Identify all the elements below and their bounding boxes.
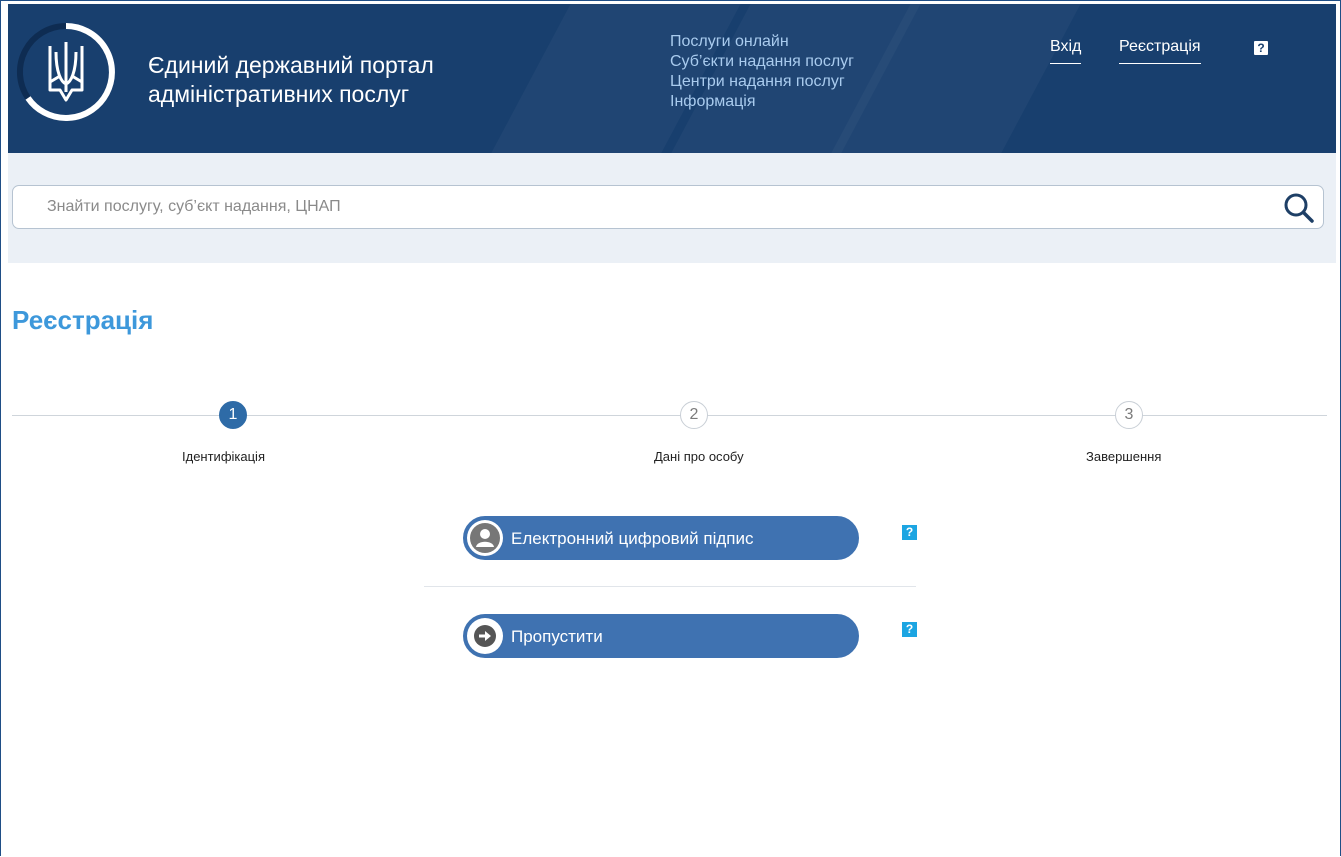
options-divider [424, 586, 916, 587]
step-2-label: Дані про особу [654, 449, 744, 464]
site-title-line2: адміністративних послуг [148, 81, 410, 107]
search-box [12, 185, 1324, 229]
nav-item-information[interactable]: Інформація [670, 92, 854, 112]
site-header: Єдиний державний портал адміністративних… [8, 4, 1336, 153]
site-title[interactable]: Єдиний державний портал адміністративних… [148, 51, 434, 109]
nav-item-services-online[interactable]: Послуги онлайн [670, 32, 854, 52]
skip-help-icon[interactable]: ? [902, 622, 917, 637]
step-1-circle: 1 [219, 401, 247, 429]
skip-button[interactable]: Пропустити [463, 614, 859, 658]
step-3-label: Завершення [1086, 449, 1162, 464]
arrow-right-icon [467, 618, 503, 654]
trident-logo-icon[interactable] [16, 22, 116, 122]
register-link[interactable]: Реєстрація [1119, 38, 1201, 64]
header-help-icon[interactable]: ? [1254, 41, 1268, 55]
login-link[interactable]: Вхід [1050, 38, 1082, 64]
step-2-circle: 2 [680, 401, 708, 429]
user-icon [467, 520, 503, 556]
digital-signature-label: Електронний цифровий підпис [511, 529, 754, 548]
site-title-line1: Єдиний державний портал [148, 52, 434, 78]
page-title: Реєстрація [12, 305, 154, 335]
step-1-label: Ідентифікація [182, 449, 265, 464]
step-3-circle: 3 [1115, 401, 1143, 429]
search-band [8, 153, 1336, 263]
skip-label: Пропустити [511, 627, 603, 646]
digital-signature-help-icon[interactable]: ? [902, 525, 917, 540]
nav-item-service-providers[interactable]: Суб’єкти надання послуг [670, 52, 854, 72]
main-nav: Послуги онлайн Суб’єкти надання послуг Ц… [670, 32, 854, 112]
nav-item-service-centers[interactable]: Центри надання послуг [670, 72, 854, 92]
search-icon[interactable] [1283, 192, 1315, 224]
digital-signature-button[interactable]: Електронний цифровий підпис [463, 516, 859, 560]
search-input[interactable] [45, 197, 1249, 217]
